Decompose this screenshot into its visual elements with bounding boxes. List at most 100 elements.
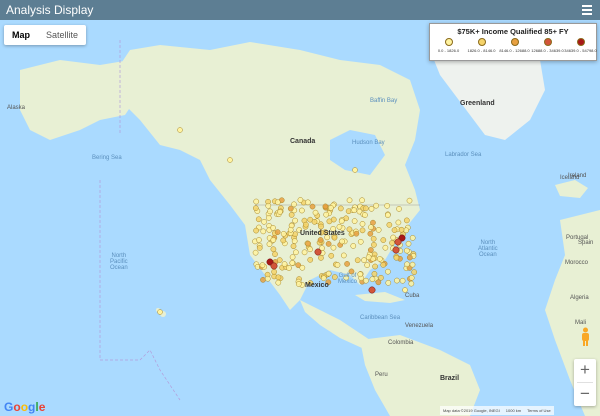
data-point [409,261,416,268]
data-point [260,228,267,235]
data-point [357,238,364,245]
data-point [270,225,276,231]
data-point [350,243,357,249]
data-point [325,241,332,247]
data-point [307,280,314,286]
data-point [367,230,374,237]
data-point [323,211,330,218]
data-point [371,270,378,277]
map-type-satellite-button[interactable]: Satellite [38,25,86,45]
map-scale: 1000 km [505,408,522,413]
map-footer: Map data ©2019 Google, INEGI 1000 km Ter… [440,406,554,415]
data-point [368,205,375,212]
zoom-control: + − [574,359,596,406]
data-point [394,238,402,246]
data-point [177,127,183,133]
data-point [330,244,337,251]
street-view-pegman-icon[interactable] [580,327,591,347]
data-point [252,205,259,211]
legend-swatch [576,38,585,46]
data-point [309,203,316,210]
data-point [272,251,278,257]
data-point [299,207,305,214]
data-point [343,274,350,281]
data-point [261,218,267,225]
map-type-map-button[interactable]: Map [4,25,38,45]
data-point [359,221,366,227]
data-point [270,237,277,243]
data-point [252,249,259,256]
data-point [351,218,358,224]
map-canvas[interactable]: Map Satellite $75K+ Income Qualified 85+… [0,20,600,416]
data-point [287,205,294,212]
data-point [311,218,318,225]
legend-label: 12688.0 - 34639.0 [531,48,564,53]
data-point [353,230,360,237]
hamburger-menu-icon[interactable] [582,5,592,15]
data-point [385,279,392,286]
data-point [337,205,344,212]
data-point [408,280,415,287]
data-point [390,234,397,241]
data-point [340,252,347,259]
data-point [303,221,309,228]
data-point [364,262,370,268]
data-point [157,309,163,315]
data-point [286,265,292,271]
data-point [406,197,413,204]
data-point [336,223,343,230]
data-point [351,207,358,214]
data-point [255,216,262,223]
data-point [398,226,405,233]
data-point [392,246,400,254]
data-point [346,197,353,204]
data-point [368,286,376,294]
data-point [393,254,400,261]
terms-of-use-link[interactable]: Terms of Use [527,406,551,415]
data-point [280,237,287,244]
data-point [330,226,337,232]
zoom-in-button[interactable]: + [574,359,596,382]
data-point [384,202,390,209]
data-point [328,252,335,259]
data-point [391,227,398,234]
data-point [290,243,297,250]
legend-label: 34639.0 - 54798.0 [564,48,597,53]
data-point [256,237,262,243]
data-point [266,241,273,248]
app-header: Analysis Display [0,0,600,20]
data-point [331,234,338,241]
data-point [325,270,332,277]
data-point [275,279,282,286]
data-point [307,256,314,263]
data-point [370,235,377,242]
data-point [293,249,299,256]
data-point [270,262,278,270]
data-point [328,205,334,211]
data-point [406,254,413,261]
legend-label: 8146.0 - 12688.0 [499,48,530,53]
data-point [354,257,361,264]
data-point [322,203,329,210]
app-title: Analysis Display [6,3,94,17]
data-point [291,238,298,244]
data-point [318,255,324,261]
legend-title: $75K+ Income Qualified 85+ FY [457,27,569,36]
legend-item: 34639.0 - 54798.0 [564,38,597,53]
data-point [271,268,277,275]
legend-swatch [543,38,552,46]
data-point [395,219,402,226]
data-point [369,276,376,283]
data-point [365,254,372,261]
data-point [324,234,330,241]
data-point [325,279,332,286]
google-logo: Google [4,400,46,414]
data-point [376,256,383,262]
data-point [405,240,412,247]
legend-item: 8146.0 - 12688.0 [498,38,531,53]
data-point [295,281,302,287]
data-point [265,202,272,209]
zoom-out-button[interactable]: − [574,383,596,406]
data-point [292,217,298,224]
data-point [371,241,377,248]
